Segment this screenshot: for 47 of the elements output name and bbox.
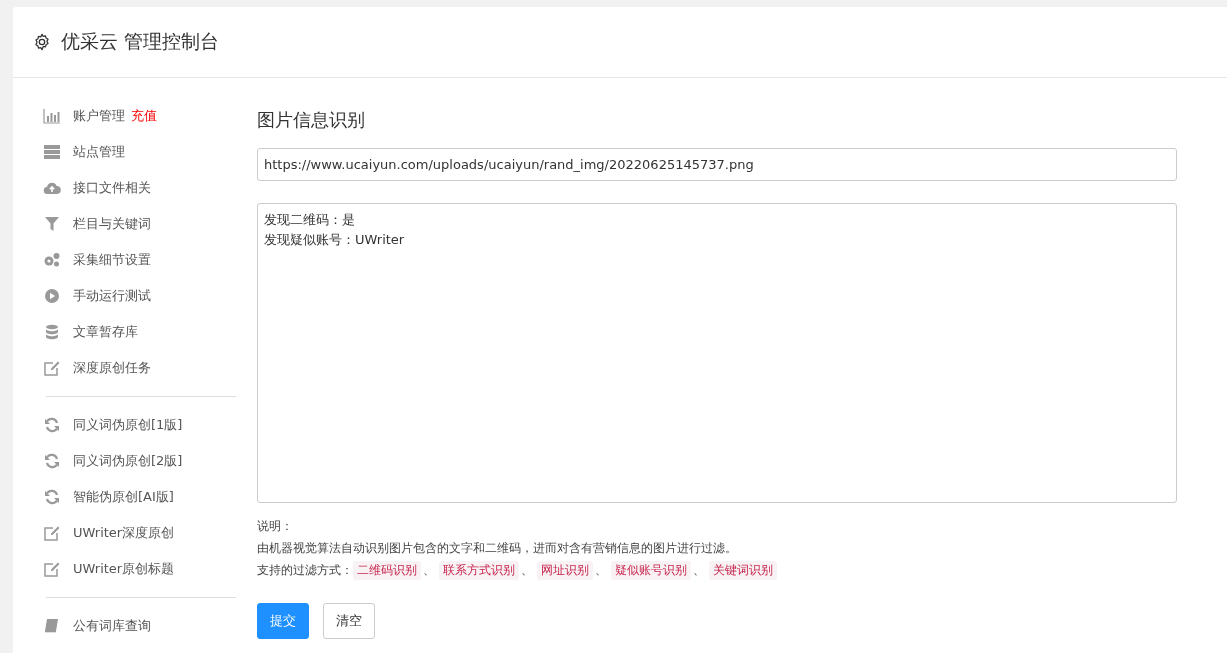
- notes-heading: 说明：: [257, 518, 294, 535]
- settings-icon: [33, 33, 51, 51]
- sidebar-link[interactable]: UWriter原创标题: [73, 560, 175, 578]
- sidebar-link[interactable]: 手动运行测试: [73, 287, 151, 305]
- sidebar-link[interactable]: 同义词伪原创[1版]: [73, 416, 183, 434]
- sidebar-link[interactable]: 同义词伪原创[2版]: [73, 452, 183, 470]
- sidebar-link[interactable]: 站点管理: [73, 143, 125, 161]
- sidebar-link[interactable]: 智能伪原创[AI版]: [73, 488, 174, 506]
- separator-mark: 、: [595, 561, 607, 579]
- sidebar-link[interactable]: 接口文件相关: [73, 179, 151, 197]
- method-tag: 联系方式识别: [439, 560, 519, 580]
- refresh-icon: [43, 489, 61, 505]
- method-tag: 网址识别: [537, 560, 593, 580]
- sidebar-link[interactable]: 公有词库查询: [73, 617, 151, 635]
- separator-mark: 、: [521, 561, 533, 579]
- play-icon: [43, 288, 61, 304]
- edit-icon: [43, 525, 61, 541]
- console-title: 优采云 管理控制台: [61, 29, 220, 54]
- recharge-link[interactable]: 充值: [131, 107, 157, 125]
- method-tag: 疑似账号识别: [611, 560, 691, 580]
- bar-chart-icon: [43, 108, 61, 124]
- refresh-icon: [43, 417, 61, 433]
- sidebar-link[interactable]: 采集细节设置: [73, 251, 151, 269]
- edit-icon: [43, 360, 61, 376]
- result-box[interactable]: 发现二维码：是 发现疑似账号：UWriter: [257, 203, 1177, 503]
- sidebar-link[interactable]: 账户管理: [73, 107, 125, 125]
- url-field[interactable]: https://www.ucaiyun.com/uploads/ucaiyun/rand_img/20220625145737.png: [257, 148, 1177, 181]
- sidebar-link[interactable]: 深度原创任务: [73, 359, 151, 377]
- method-tag: 关键词识别: [709, 560, 777, 580]
- separator-mark: 、: [693, 561, 705, 579]
- filter-icon: [43, 216, 61, 232]
- edit-icon: [43, 561, 61, 577]
- result-line: 发现二维码：是: [264, 211, 356, 229]
- refresh-icon: [43, 453, 61, 469]
- sidebar-link[interactable]: UWriter深度原创: [73, 524, 175, 542]
- separator-mark: 、: [423, 561, 435, 579]
- sidebar-link[interactable]: 栏目与关键词: [73, 215, 151, 233]
- clear-button[interactable]: 清空: [323, 603, 375, 639]
- description-text: 由机器视觉算法自动识别图片包含的文字和二维码，进而对含有营销信息的图片进行过滤。: [257, 540, 738, 557]
- server-icon: [43, 144, 61, 160]
- result-line: 发现疑似账号：UWriter: [264, 231, 406, 249]
- section-title: 图片信息识别: [257, 108, 366, 132]
- database-icon: [43, 324, 61, 340]
- method-tag: 二维码识别: [353, 560, 421, 580]
- cloud-upload-icon: [43, 180, 61, 196]
- sidebar-link[interactable]: 文章暂存库: [73, 323, 138, 341]
- methods-label: 支持的过滤方式：: [257, 562, 353, 579]
